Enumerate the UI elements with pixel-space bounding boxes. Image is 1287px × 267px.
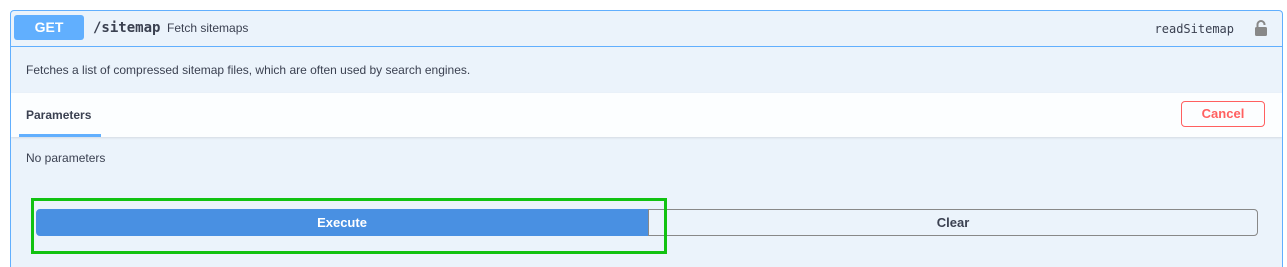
parameters-header: Parameters Cancel xyxy=(11,93,1282,137)
tab-parameters[interactable]: Parameters xyxy=(19,93,101,137)
operation-description: Fetches a list of compressed sitemap fil… xyxy=(11,47,1282,93)
no-parameters-text: No parameters xyxy=(26,151,106,165)
description-text: Fetches a list of compressed sitemap fil… xyxy=(26,63,471,77)
operation-summary[interactable]: GET /sitemap Fetch sitemaps readSitemap xyxy=(11,11,1282,47)
method-badge: GET xyxy=(14,15,84,40)
tab-parameters-label: Parameters xyxy=(26,108,92,122)
operation-block-get-sitemap: GET /sitemap Fetch sitemaps readSitemap … xyxy=(10,10,1283,267)
operation-summary-text: Fetch sitemaps xyxy=(167,21,249,35)
clear-button[interactable]: Clear xyxy=(648,209,1258,236)
operation-path: /sitemap xyxy=(93,20,161,36)
lock-icon[interactable] xyxy=(1253,19,1269,37)
highlight-box xyxy=(31,198,667,254)
cancel-button[interactable]: Cancel xyxy=(1181,101,1265,127)
operation-id: readSitemap xyxy=(1154,22,1234,36)
